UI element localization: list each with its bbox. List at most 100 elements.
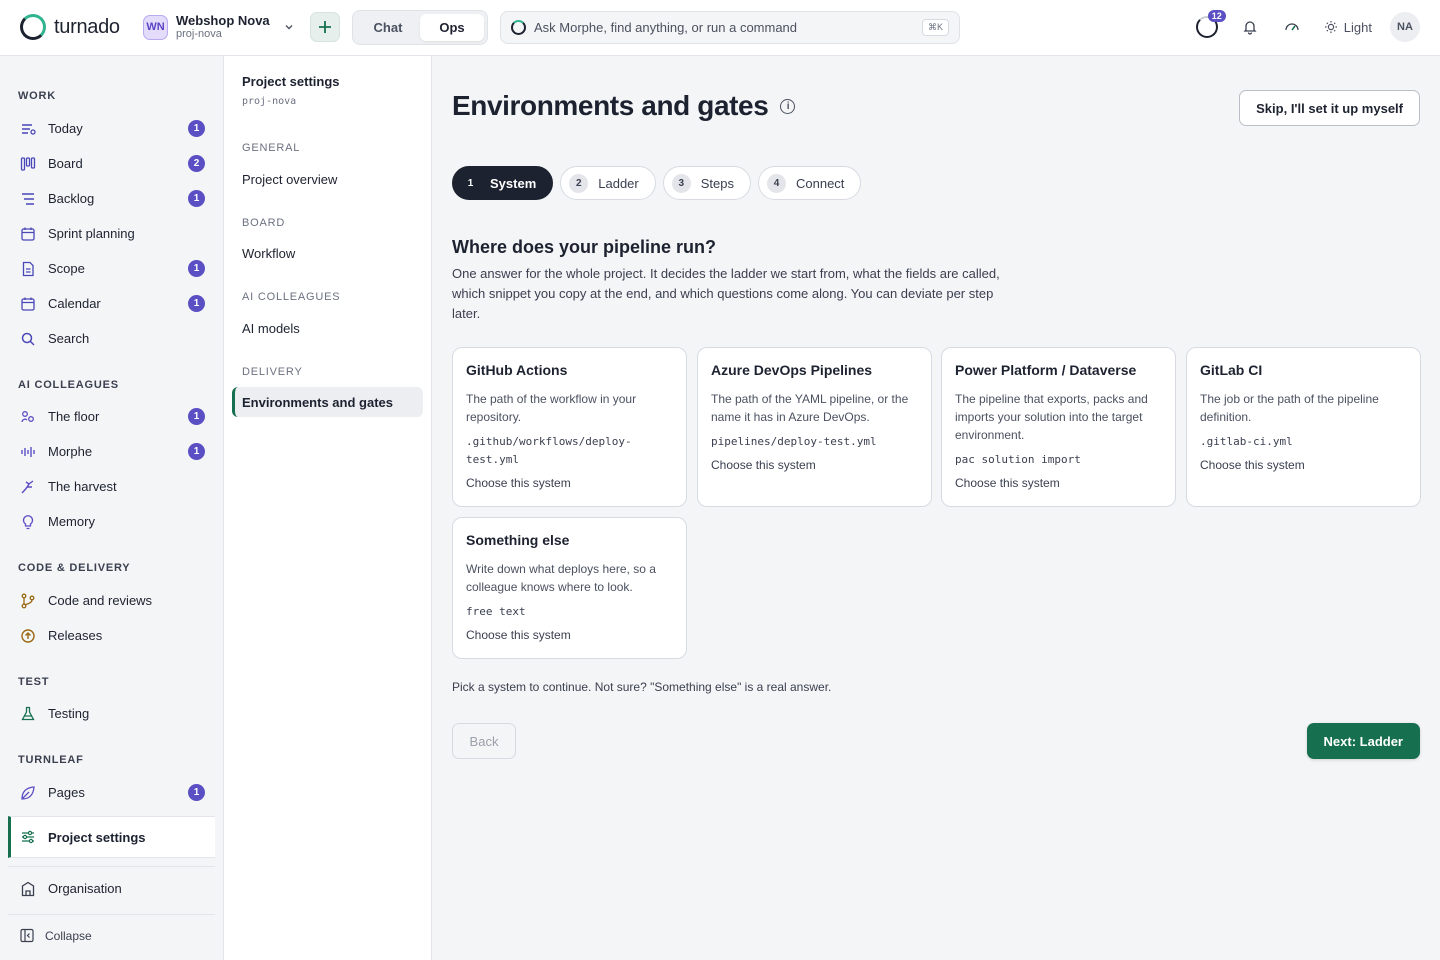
nav-item-sprint-planning[interactable]: Sprint planning — [8, 216, 215, 251]
question-description: One answer for the whole project. It dec… — [452, 266, 1000, 321]
system-card-something-else[interactable]: Something else Write down what deploys h… — [452, 517, 687, 659]
mode-chat-tab[interactable]: Chat — [356, 14, 420, 41]
plus-icon — [319, 21, 331, 33]
choose-system-link[interactable]: Choose this system — [1200, 458, 1407, 472]
nav-item-scope[interactable]: Scope 1 — [8, 251, 215, 286]
command-bar[interactable]: Ask Morphe, find anything, or run a comm… — [500, 11, 960, 44]
bell-icon — [1243, 21, 1257, 35]
app-logo[interactable]: turnado — [20, 14, 120, 40]
question-title: Where does your pipeline run? — [452, 237, 717, 257]
main-sidebar: WORK Today 1 Board 2 Backlog 1 Sprint pl… — [0, 56, 224, 960]
system-card-github-actions[interactable]: GitHub Actions The path of the workflow … — [452, 347, 687, 507]
nav-item-today[interactable]: Today 1 — [8, 111, 215, 146]
choose-system-link[interactable]: Choose this system — [955, 476, 1162, 490]
system-card-gitlab-ci[interactable]: GitLab CI The job or the path of the pip… — [1186, 347, 1421, 507]
nav-badge-calendar: 1 — [188, 295, 205, 312]
nav-label-releases: Releases — [48, 628, 103, 643]
system-card-example: free text — [466, 605, 526, 618]
nav-item-testing[interactable]: Testing — [8, 696, 215, 731]
nav-badge-today: 1 — [188, 120, 205, 137]
mode-switch: Chat Ops — [352, 10, 488, 45]
nav-item-code-and-reviews[interactable]: Code and reviews — [8, 583, 215, 618]
info-icon[interactable]: i — [780, 98, 796, 114]
nav-item-search[interactable]: Search — [8, 321, 215, 356]
nav-label-board: Board — [48, 156, 83, 171]
notifications-button[interactable] — [1240, 17, 1260, 37]
nav-item-organisation[interactable]: Organisation — [8, 871, 215, 906]
nav-badge-morphe: 1 — [188, 443, 205, 460]
theme-toggle[interactable]: Light — [1324, 20, 1372, 35]
settings-title: Project settings — [242, 74, 340, 89]
settings-item-environments[interactable]: Environments and gates — [232, 387, 423, 417]
nav-item-calendar[interactable]: Calendar 1 — [8, 286, 215, 321]
collapse-sidebar-button[interactable]: Collapse — [8, 918, 215, 953]
choose-system-link[interactable]: Choose this system — [466, 628, 673, 642]
sliders-icon — [22, 830, 34, 844]
nav-section-code: CODE & DELIVERY — [18, 562, 131, 574]
settings-section-ai: AI COLLEAGUES — [242, 291, 341, 303]
lightbulb-icon — [22, 514, 34, 529]
system-card-power-platform[interactable]: Power Platform / Dataverse The pipeline … — [941, 347, 1176, 507]
system-card-example: pipelines/deploy-test.yml — [711, 435, 877, 448]
nav-item-memory[interactable]: Memory — [8, 504, 215, 539]
document-icon — [22, 261, 34, 276]
settings-item-project-overview[interactable]: Project overview — [232, 164, 423, 194]
step-connect[interactable]: 4 Connect — [757, 166, 862, 200]
step-label: Connect — [795, 175, 845, 191]
nav-item-the-floor[interactable]: The floor 1 — [8, 399, 215, 434]
step-number: 2 — [569, 173, 589, 193]
app-name: turnado — [54, 15, 120, 38]
choose-system-link[interactable]: Choose this system — [466, 476, 673, 490]
settings-sidebar: Project settings proj-nova GENERAL Proje… — [224, 56, 432, 960]
nav-item-backlog[interactable]: Backlog 1 — [8, 181, 215, 216]
choose-system-link[interactable]: Choose this system — [711, 458, 918, 472]
shortcut-hint: ⌘K — [921, 19, 949, 36]
nav-item-board[interactable]: Board 2 — [8, 146, 215, 181]
workspace-avatar: WN — [143, 14, 168, 40]
step-label: Ladder — [598, 175, 639, 191]
step-ladder[interactable]: 2 Ladder — [560, 166, 656, 200]
next-button[interactable]: Next: Ladder — [1306, 723, 1420, 759]
nav-label-backlog: Backlog — [48, 191, 95, 206]
system-card-example: .gitlab-ci.yml — [1200, 435, 1293, 448]
step-label: Steps — [700, 175, 734, 191]
settings-item-workflow[interactable]: Workflow — [232, 238, 423, 268]
gauge-icon — [1285, 23, 1299, 31]
nav-label-settings: Project settings — [48, 829, 146, 845]
mode-ops-tab[interactable]: Ops — [420, 14, 484, 41]
speed-button[interactable] — [1282, 17, 1302, 37]
nav-label-organisation: Organisation — [48, 881, 122, 896]
nav-item-pages[interactable]: Pages 1 — [8, 775, 215, 810]
nav-section-test: TEST — [18, 676, 50, 688]
nav-item-morphe[interactable]: Morphe 1 — [8, 434, 215, 469]
workspace-slug: proj-nova — [176, 28, 222, 40]
nav-item-the-harvest[interactable]: The harvest — [8, 469, 215, 504]
top-bar: turnado WN Webshop Nova proj-nova Chat O… — [0, 0, 1440, 56]
system-card-title: Something else — [466, 532, 570, 548]
step-system[interactable]: 1 System — [452, 166, 554, 200]
harvest-icon — [21, 479, 34, 493]
nav-label-testing: Testing — [48, 706, 90, 721]
system-card-example: pac solution import — [955, 453, 1081, 466]
system-card-description: The path of the workflow in your reposit… — [466, 392, 637, 424]
people-icon — [21, 410, 34, 422]
user-avatar[interactable]: NA — [1390, 12, 1420, 42]
activity-ring-icon[interactable]: 12 — [1195, 10, 1226, 38]
nav-label-pages: Pages — [48, 785, 85, 800]
theme-label: Light — [1343, 19, 1372, 35]
nav-label-sprint: Sprint planning — [48, 226, 135, 241]
skip-setup-button[interactable]: Skip, I'll set it up myself — [1239, 90, 1420, 126]
system-card-azure-devops[interactable]: Azure DevOps Pipelines The path of the Y… — [697, 347, 932, 507]
settings-section-delivery: DELIVERY — [242, 366, 303, 378]
board-icon — [20, 156, 36, 171]
create-button[interactable] — [310, 12, 340, 42]
nav-item-releases[interactable]: Releases — [8, 618, 215, 653]
workspace-switcher[interactable]: WN Webshop Nova proj-nova — [143, 13, 294, 41]
collapse-label: Collapse — [45, 928, 92, 943]
nav-label-morphe: Morphe — [48, 444, 93, 459]
back-button[interactable]: Back — [452, 723, 516, 759]
nav-item-project-settings[interactable]: Project settings — [8, 816, 215, 858]
step-steps[interactable]: 3 Steps — [662, 166, 751, 200]
settings-item-ai-models[interactable]: AI models — [232, 313, 423, 343]
sun-icon — [1324, 21, 1337, 33]
